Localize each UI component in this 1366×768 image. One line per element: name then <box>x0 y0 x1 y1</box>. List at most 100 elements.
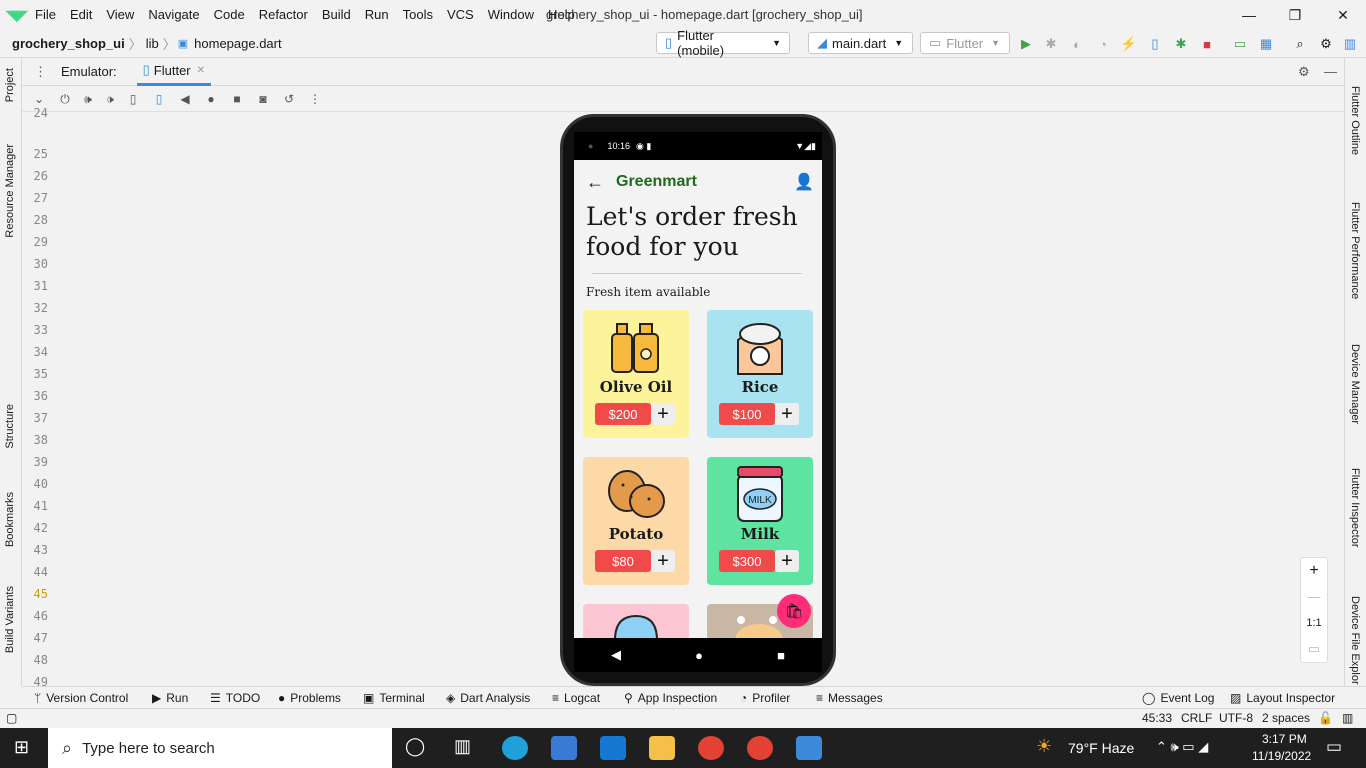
coverage-icon[interactable]: ◐ <box>1069 36 1085 52</box>
breadcrumb-project[interactable]: grochery_shop_ui <box>8 36 129 51</box>
breadcrumb-folder[interactable]: lib <box>142 36 163 51</box>
add-to-cart-button[interactable]: + <box>775 550 799 572</box>
indent-setting[interactable]: 2 spaces <box>1262 711 1310 725</box>
tool-resource-manager[interactable]: Resource Manager <box>4 144 16 238</box>
file-encoding[interactable]: UTF-8 <box>1219 711 1253 725</box>
tab-terminal[interactable]: ▣ Terminal <box>363 691 425 705</box>
restore-button[interactable]: ❐ <box>1272 0 1318 30</box>
back-icon[interactable]: ◀ <box>176 90 194 108</box>
device-mirror-icon[interactable]: ▯ <box>1147 36 1163 52</box>
weather-text[interactable]: 79°F Haze <box>1068 740 1134 756</box>
menu-tools[interactable]: Tools <box>396 0 440 30</box>
tool-device-manager[interactable]: Device Manager <box>1349 344 1361 424</box>
item-card-olive-oil[interactable]: Olive Oil $200 + <box>583 310 689 438</box>
store-icon[interactable] <box>551 736 577 760</box>
phone-back-icon[interactable]: ◀ <box>611 647 621 663</box>
item-card-rice[interactable]: Rice $100 + <box>707 310 813 438</box>
emulator-tab[interactable]: ▯ Flutter ✕ <box>136 58 212 86</box>
close-tab-icon[interactable]: ✕ <box>197 65 205 76</box>
phone-overview-icon[interactable]: ■ <box>777 648 785 663</box>
stop-icon[interactable]: ■ <box>1199 36 1215 52</box>
zoom-fit-button[interactable]: ▭ <box>1301 636 1327 662</box>
item-card-partial-left[interactable] <box>583 604 689 640</box>
clock-date[interactable]: 11/19/2022 <box>1252 749 1311 763</box>
volume-down-icon[interactable]: 🕩 <box>101 90 119 108</box>
tool-structure[interactable]: Structure <box>4 404 16 449</box>
file-explorer-icon[interactable] <box>649 736 675 760</box>
zoom-1to1-button[interactable]: 1:1 <box>1301 610 1327 636</box>
cortana-icon[interactable]: ◯ <box>405 736 425 757</box>
add-to-cart-button[interactable]: + <box>775 403 799 425</box>
power-icon[interactable]: ⏻ <box>56 90 74 108</box>
volume-up-icon[interactable]: 🕪 <box>79 90 97 108</box>
cart-fab[interactable]: 🛍 <box>777 594 811 628</box>
chrome-icon[interactable] <box>698 736 724 760</box>
more-icon[interactable]: ⋮ <box>306 90 324 108</box>
memory-icon[interactable]: ▥ <box>1342 711 1353 725</box>
search-icon[interactable]: ⌕ <box>1292 36 1308 52</box>
run-icon[interactable]: ▶ <box>1018 36 1034 52</box>
tool-build-variants[interactable]: Build Variants <box>4 586 16 653</box>
item-card-milk[interactable]: MILK Milk $300 + <box>707 457 813 585</box>
options-icon[interactable]: ⋮ <box>34 64 47 80</box>
rotate-right-icon[interactable]: ▯ <box>150 90 168 108</box>
tool-flutter-inspector[interactable]: Flutter Inspector <box>1349 468 1361 547</box>
menu-view[interactable]: View <box>99 0 141 30</box>
chrome-profile-icon[interactable] <box>747 736 773 760</box>
phone-home-icon[interactable]: ● <box>695 648 703 663</box>
device-selector[interactable]: ▯ Flutter (mobile) ▼ <box>656 28 790 58</box>
notification-center-icon[interactable]: ▭ <box>1326 737 1342 757</box>
tab-dart-analysis[interactable]: ◈ Dart Analysis <box>446 691 530 705</box>
run-config-selector[interactable]: ◢ main.dart ▼ <box>808 32 913 54</box>
tool-bookmarks[interactable]: Bookmarks <box>4 492 16 547</box>
target-selector[interactable]: ▭ Flutter ▼ <box>920 32 1010 54</box>
avd-manager-icon[interactable]: ▭ <box>1232 36 1248 52</box>
taskbar-search-box[interactable]: ⌕ Type here to search <box>48 728 392 768</box>
tab-logcat[interactable]: ≡ Logcat <box>552 691 600 705</box>
profile-icon[interactable]: ◔ <box>1095 36 1111 52</box>
settings-icon[interactable]: ⚙ <box>1318 36 1334 52</box>
home-icon[interactable]: ● <box>202 90 220 108</box>
tab-problems[interactable]: ● Problems <box>278 691 341 705</box>
add-to-cart-button[interactable]: + <box>651 403 675 425</box>
menu-run[interactable]: Run <box>358 0 396 30</box>
tab-run[interactable]: ▶ Run <box>152 691 188 705</box>
attach-debugger-icon[interactable]: ✱ <box>1173 36 1189 52</box>
mail-icon[interactable] <box>600 736 626 760</box>
hide-panel-icon[interactable]: — <box>1324 64 1337 79</box>
cursor-position[interactable]: 45:33 <box>1142 711 1172 725</box>
menu-file[interactable]: File <box>28 0 63 30</box>
overview-icon[interactable]: ■ <box>228 90 246 108</box>
toolbox-icon[interactable]: ▥ <box>1342 36 1358 52</box>
menu-build[interactable]: Build <box>315 0 358 30</box>
system-tray-icons[interactable]: ⌃ 🕪 ▭ ◢ <box>1156 739 1208 755</box>
breadcrumb-file[interactable]: homepage.dart <box>190 36 285 51</box>
zoom-in-button[interactable]: + <box>1301 558 1327 584</box>
tool-project[interactable]: Project <box>4 68 16 102</box>
task-view-icon[interactable]: ▥ <box>454 736 471 757</box>
hot-reload-icon[interactable]: ⚡ <box>1121 36 1137 52</box>
add-to-cart-button[interactable]: + <box>651 550 675 572</box>
tab-todo[interactable]: ☰ TODO <box>210 691 260 705</box>
tab-version-control[interactable]: ᛘ Version Control <box>34 691 128 705</box>
clock-time[interactable]: 3:17 PM <box>1262 732 1307 746</box>
tool-flutter-outline[interactable]: Flutter Outline <box>1349 86 1361 155</box>
menu-navigate[interactable]: Navigate <box>141 0 206 30</box>
tab-app-inspection[interactable]: ⚲ App Inspection <box>624 691 717 705</box>
sdk-manager-icon[interactable]: ▦ <box>1258 36 1274 52</box>
menu-edit[interactable]: Edit <box>63 0 99 30</box>
tab-messages[interactable]: ≡ Messages <box>816 691 883 705</box>
profile-icon[interactable]: 👤 <box>794 172 814 192</box>
minimize-button[interactable]: — <box>1226 0 1272 30</box>
rotate-left-icon[interactable]: ▯ <box>124 90 142 108</box>
tab-profiler[interactable]: ◔ Profiler <box>740 691 790 705</box>
android-studio-icon[interactable] <box>796 736 822 760</box>
zoom-out-button[interactable]: — <box>1301 584 1327 610</box>
close-window-button[interactable]: ✕ <box>1320 0 1366 30</box>
tool-flutter-performance[interactable]: Flutter Performance <box>1349 202 1361 299</box>
emulator-settings-icon[interactable]: ⚙ <box>1298 64 1310 80</box>
back-arrow-icon[interactable]: ← <box>586 172 604 193</box>
edge-icon[interactable] <box>502 736 528 760</box>
menu-code[interactable]: Code <box>207 0 252 30</box>
screenshot-icon[interactable]: ◙ <box>254 90 272 108</box>
